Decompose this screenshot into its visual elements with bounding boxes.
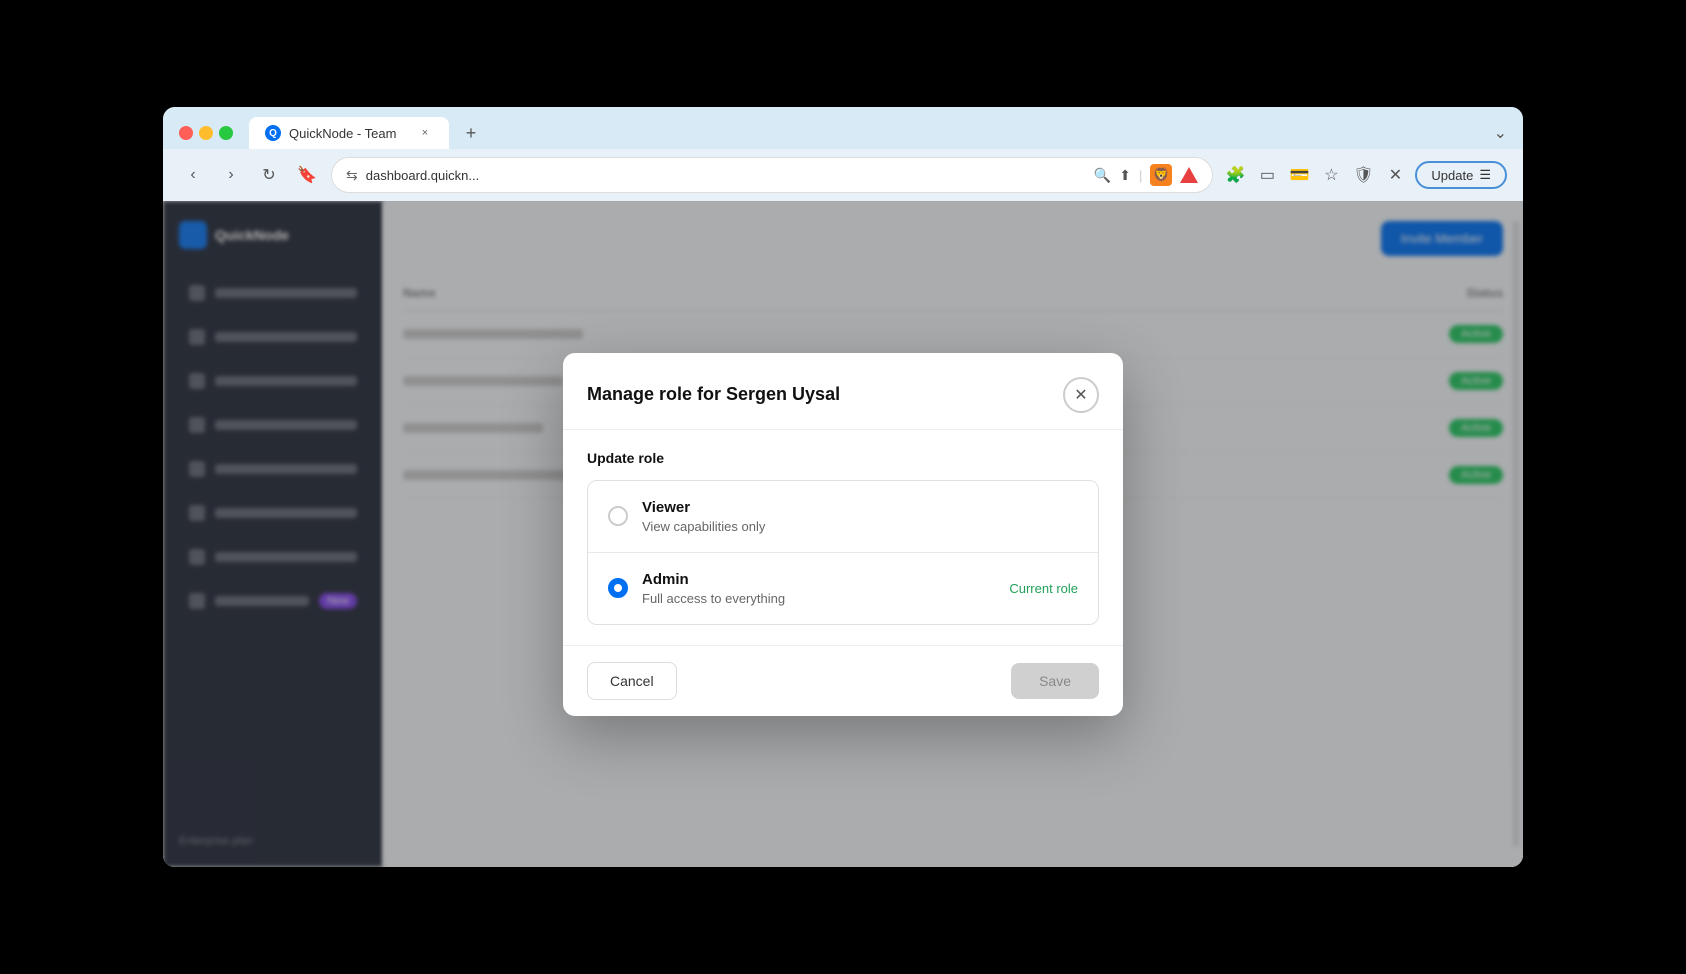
- browser-titlebar: Q QuickNode - Team × + ⌄: [163, 107, 1523, 149]
- back-btn[interactable]: ‹: [179, 161, 207, 189]
- browser-content: QuickNode: [163, 201, 1523, 867]
- aurora-icon[interactable]: [1180, 167, 1198, 183]
- tabs-chevron-icon[interactable]: ⌄: [1494, 123, 1507, 143]
- modal-overlay: Manage role for Sergen Uysal ✕ Update ro…: [163, 201, 1523, 867]
- star-icon[interactable]: ☆: [1319, 163, 1343, 187]
- shield-icon[interactable]: 🛡: [1351, 163, 1375, 187]
- address-actions: 🔍 ⬆ | 🦁: [1094, 164, 1199, 186]
- new-tab-btn[interactable]: +: [457, 119, 485, 147]
- browser-tabs: Q QuickNode - Team × + ⌄: [179, 117, 1507, 149]
- bookmark-btn[interactable]: 🔖: [293, 161, 321, 189]
- brave-logo-icon[interactable]: ✕: [1383, 163, 1407, 187]
- radio-inner-dot: [614, 584, 622, 592]
- tab-favicon: Q: [265, 125, 281, 141]
- wallet-icon[interactable]: 💳: [1287, 163, 1311, 187]
- admin-role-option[interactable]: Admin Full access to everything Current …: [588, 553, 1098, 624]
- connection-icon: ⇆: [346, 167, 358, 184]
- viewer-role-description: View capabilities only: [642, 519, 1078, 534]
- close-traffic-light[interactable]: [179, 126, 193, 140]
- forward-btn[interactable]: ›: [217, 161, 245, 189]
- cancel-button[interactable]: Cancel: [587, 662, 677, 700]
- modal-close-button[interactable]: ✕: [1063, 377, 1099, 413]
- maximize-traffic-light[interactable]: [219, 126, 233, 140]
- admin-role-description: Full access to everything: [642, 591, 995, 606]
- zoom-out-icon[interactable]: 🔍: [1094, 167, 1111, 184]
- viewer-role-info: Viewer View capabilities only: [642, 499, 1078, 534]
- update-button[interactable]: Update ☰: [1415, 161, 1507, 189]
- viewer-role-option[interactable]: Viewer View capabilities only: [588, 481, 1098, 553]
- current-role-badge: Current role: [1009, 581, 1078, 596]
- address-bar[interactable]: ⇆ dashboard.quickn... 🔍 ⬆ | 🦁: [331, 157, 1213, 193]
- save-button[interactable]: Save: [1011, 663, 1099, 699]
- browser-window: Q QuickNode - Team × + ⌄ ‹ › ↻ 🔖 ⇆ dashb…: [163, 107, 1523, 867]
- modal-body: Update role Viewer View capabilities onl…: [563, 430, 1123, 645]
- toolbar-right: 🧩 ▭ 💳 ☆ 🛡 ✕ Update ☰: [1223, 161, 1507, 189]
- modal-title: Manage role for Sergen Uysal: [587, 384, 840, 405]
- manage-role-modal: Manage role for Sergen Uysal ✕ Update ro…: [563, 353, 1123, 716]
- admin-role-info: Admin Full access to everything: [642, 571, 995, 606]
- refresh-btn[interactable]: ↻: [255, 161, 283, 189]
- minimize-traffic-light[interactable]: [199, 126, 213, 140]
- share-icon[interactable]: ⬆: [1119, 167, 1131, 184]
- address-text: dashboard.quickn...: [366, 168, 1086, 183]
- role-options: Viewer View capabilities only Admin: [587, 480, 1099, 625]
- sidebar-panel-icon[interactable]: ▭: [1255, 163, 1279, 187]
- brave-shield-icon[interactable]: 🦁: [1150, 164, 1172, 186]
- modal-header: Manage role for Sergen Uysal ✕: [563, 353, 1123, 430]
- admin-role-name: Admin: [642, 571, 995, 588]
- modal-footer: Cancel Save: [563, 645, 1123, 716]
- extensions-icon[interactable]: 🧩: [1223, 163, 1247, 187]
- update-role-label: Update role: [587, 450, 1099, 466]
- traffic-lights: [179, 126, 233, 140]
- admin-radio[interactable]: [608, 578, 628, 598]
- viewer-role-name: Viewer: [642, 499, 1078, 516]
- tab-close-btn[interactable]: ×: [417, 125, 433, 141]
- browser-toolbar: ‹ › ↻ 🔖 ⇆ dashboard.quickn... 🔍 ⬆ | 🦁 🧩 …: [163, 149, 1523, 201]
- update-label: Update: [1431, 168, 1473, 183]
- viewer-radio[interactable]: [608, 506, 628, 526]
- active-tab[interactable]: Q QuickNode - Team ×: [249, 117, 449, 149]
- tab-title: QuickNode - Team: [289, 126, 396, 141]
- hamburger-icon: ☰: [1479, 167, 1491, 183]
